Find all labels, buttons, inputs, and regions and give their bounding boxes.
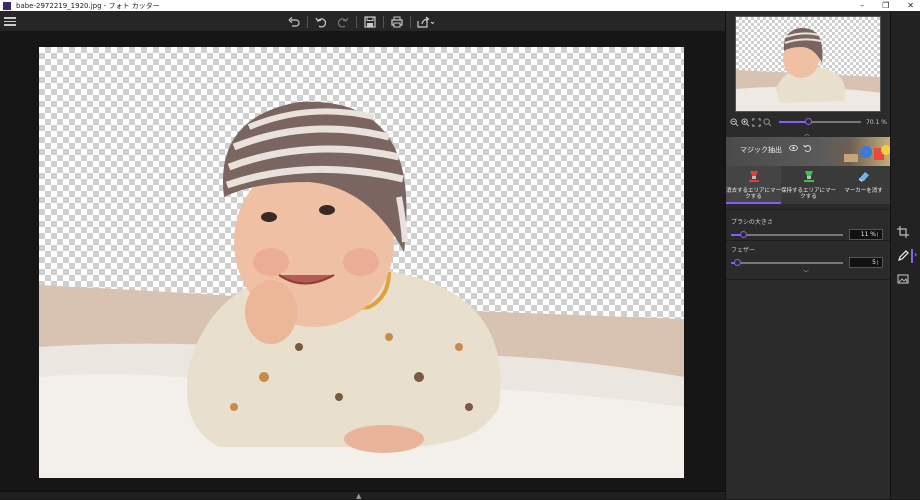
eraser-icon — [858, 172, 869, 182]
zoom-slider-fill — [779, 121, 808, 123]
brush-size-label: ブラシの大きさ — [731, 219, 773, 226]
eye-icon[interactable] — [789, 144, 798, 152]
toys-image — [844, 145, 891, 162]
actual-size-icon[interactable] — [763, 117, 772, 127]
chevron-down-icon[interactable]: ﹀ — [803, 268, 809, 277]
zoom-slider-knob[interactable] — [804, 118, 812, 125]
window-controls: – ❐ ✕ — [860, 0, 914, 11]
top-toolbar — [0, 11, 725, 32]
window-title: babe-2972219_1920.jpg - フォト カッター — [16, 1, 160, 10]
app-icon — [3, 1, 11, 10]
redo-icon[interactable] — [334, 13, 352, 30]
undo-icon[interactable] — [312, 13, 330, 30]
photo-canvas[interactable] — [39, 47, 684, 478]
pen-icon[interactable] — [897, 250, 909, 262]
feather-label: フェザー — [731, 247, 756, 254]
undo-history-icon[interactable] — [285, 13, 303, 30]
zoom-row: 70.1 % — [730, 115, 887, 129]
menu-icon[interactable] — [4, 15, 16, 26]
maximize-button[interactable]: ❐ — [882, 1, 889, 10]
image-icon[interactable] — [897, 273, 909, 285]
brush-size-control: ブラシの大きさ 11 % — [731, 217, 883, 240]
navigator-thumbnail[interactable] — [735, 16, 881, 112]
magic-undo-icon[interactable] — [803, 144, 811, 152]
eraser-label: マーカーを消す — [844, 187, 883, 194]
feather-slider[interactable] — [731, 258, 843, 266]
brush-size-input[interactable]: 11 % — [849, 229, 883, 240]
expand-arrow-icon[interactable]: › — [914, 250, 917, 259]
active-tool-indicator — [911, 249, 913, 263]
zoom-slider[interactable] — [779, 118, 862, 125]
remove-marker-tool[interactable]: 消去するエリアにマークする — [726, 166, 781, 204]
keep-marker-tool[interactable]: 保持するエリアにマークする — [781, 166, 836, 204]
right-panel: 70.1 % ︿ マジック抽出 消去するエリアにマークする 保持するエリアにマー… — [725, 11, 891, 499]
fit-screen-icon[interactable] — [752, 117, 761, 127]
zoom-in-icon[interactable] — [741, 117, 750, 127]
brush-size-knob[interactable] — [740, 230, 748, 238]
magic-extract-label: マジック抽出 — [740, 146, 782, 154]
eraser-tool[interactable]: マーカーを消す — [836, 166, 891, 204]
share-icon[interactable] — [415, 13, 437, 30]
zoom-out-icon[interactable] — [730, 117, 739, 127]
zoom-percentage: 70.1 % — [866, 118, 887, 126]
baby-photo — [39, 101, 684, 478]
title-bar: babe-2972219_1920.jpg - フォト カッター – ❐ ✕ — [0, 0, 920, 11]
green-marker-icon — [803, 171, 814, 182]
feather-input[interactable]: 5 — [849, 257, 883, 268]
save-icon[interactable] — [361, 13, 379, 30]
canvas-area[interactable] — [0, 32, 725, 491]
bottom-strip: ▲ — [0, 491, 725, 500]
print-icon[interactable] — [388, 13, 406, 30]
brush-size-slider[interactable] — [731, 230, 843, 238]
remove-marker-label: 消去するエリアにマークする — [726, 187, 782, 201]
thumbnail-photo — [736, 27, 880, 111]
side-rail: › — [890, 11, 920, 499]
minimize-button[interactable]: – — [860, 1, 864, 10]
feather-knob[interactable] — [733, 258, 741, 266]
close-button[interactable]: ✕ — [907, 1, 914, 10]
crop-icon[interactable] — [897, 226, 909, 238]
keep-marker-label: 保持するエリアにマークする — [781, 187, 837, 201]
marker-tools: 消去するエリアにマークする 保持するエリアにマークする マーカーを消す — [726, 166, 891, 204]
red-marker-icon — [748, 171, 759, 182]
magic-extract-banner[interactable]: マジック抽出 — [726, 137, 891, 166]
feather-control: フェザー 5 — [731, 245, 883, 268]
